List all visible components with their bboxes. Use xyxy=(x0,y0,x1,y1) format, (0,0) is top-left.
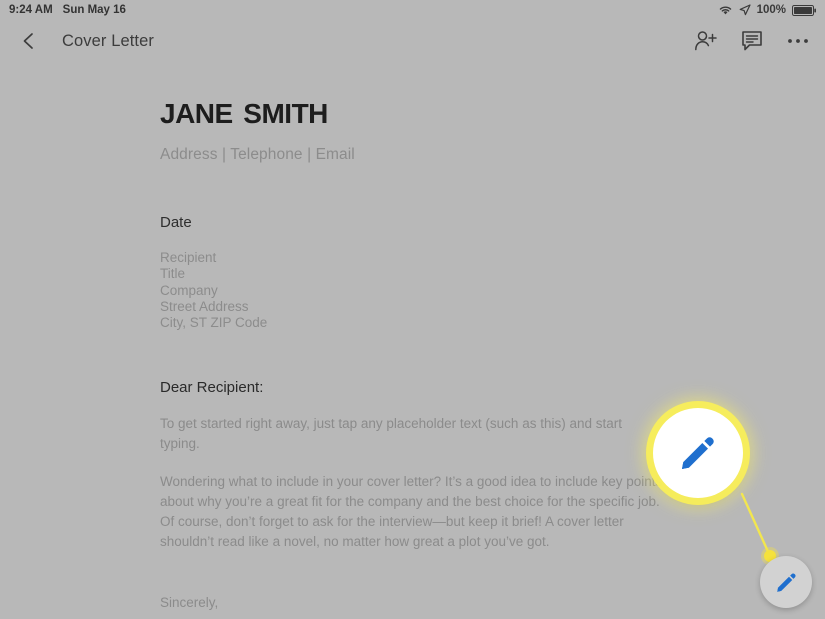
edit-pencil-icon xyxy=(776,572,796,592)
back-arrow-icon xyxy=(23,33,33,49)
add-person-button[interactable] xyxy=(693,28,719,54)
overflow-menu-button[interactable] xyxy=(785,28,811,54)
wifi-icon xyxy=(718,4,733,16)
recipient-line[interactable]: Title xyxy=(160,266,803,282)
page-title: Cover Letter xyxy=(62,31,154,50)
add-person-icon xyxy=(695,31,717,51)
recipient-line[interactable]: Company xyxy=(160,283,803,299)
status-bar-left: 9:24 AM Sun May 16 xyxy=(9,4,126,16)
edit-fab-button[interactable] xyxy=(760,556,812,608)
battery-percent-label: 100% xyxy=(756,4,786,16)
document-canvas[interactable]: Jane Smith Address | Telephone | Email D… xyxy=(0,62,825,619)
edit-pencil-icon xyxy=(682,437,714,469)
app-bar: Cover Letter xyxy=(0,20,825,62)
recipient-line[interactable]: Recipient xyxy=(160,250,803,266)
document-paragraph-1[interactable]: To get started right away, just tap any … xyxy=(160,414,660,454)
document-contact-line[interactable]: Address | Telephone | Email xyxy=(160,146,803,164)
comment-button[interactable] xyxy=(739,28,765,54)
document-author-name[interactable]: Jane Smith xyxy=(160,90,803,130)
document-salutation[interactable]: Dear Recipient: xyxy=(160,379,803,396)
document-date-placeholder[interactable]: Date xyxy=(160,214,803,231)
battery-full-icon xyxy=(792,4,816,16)
magnifier-callout xyxy=(653,408,743,498)
document-paragraph-2[interactable]: Wondering what to include in your cover … xyxy=(160,472,670,552)
document-recipient-block[interactable]: Recipient Title Company Street Address C… xyxy=(160,250,803,331)
document-content: Jane Smith Address | Telephone | Email D… xyxy=(0,90,825,610)
recipient-line[interactable]: Street Address xyxy=(160,299,803,315)
status-bar: 9:24 AM Sun May 16 100% xyxy=(0,0,825,20)
app-bar-actions xyxy=(693,28,811,54)
location-arrow-icon xyxy=(739,4,751,16)
overflow-menu-icon xyxy=(788,39,808,43)
recipient-line[interactable]: City, ST ZIP Code xyxy=(160,315,803,331)
comment-icon xyxy=(742,31,762,51)
status-date: Sun May 16 xyxy=(62,4,126,16)
back-button[interactable] xyxy=(12,24,46,58)
document-closing[interactable]: Sincerely, xyxy=(160,595,803,610)
status-bar-right: 100% xyxy=(718,4,816,16)
status-time: 9:24 AM xyxy=(9,4,53,16)
